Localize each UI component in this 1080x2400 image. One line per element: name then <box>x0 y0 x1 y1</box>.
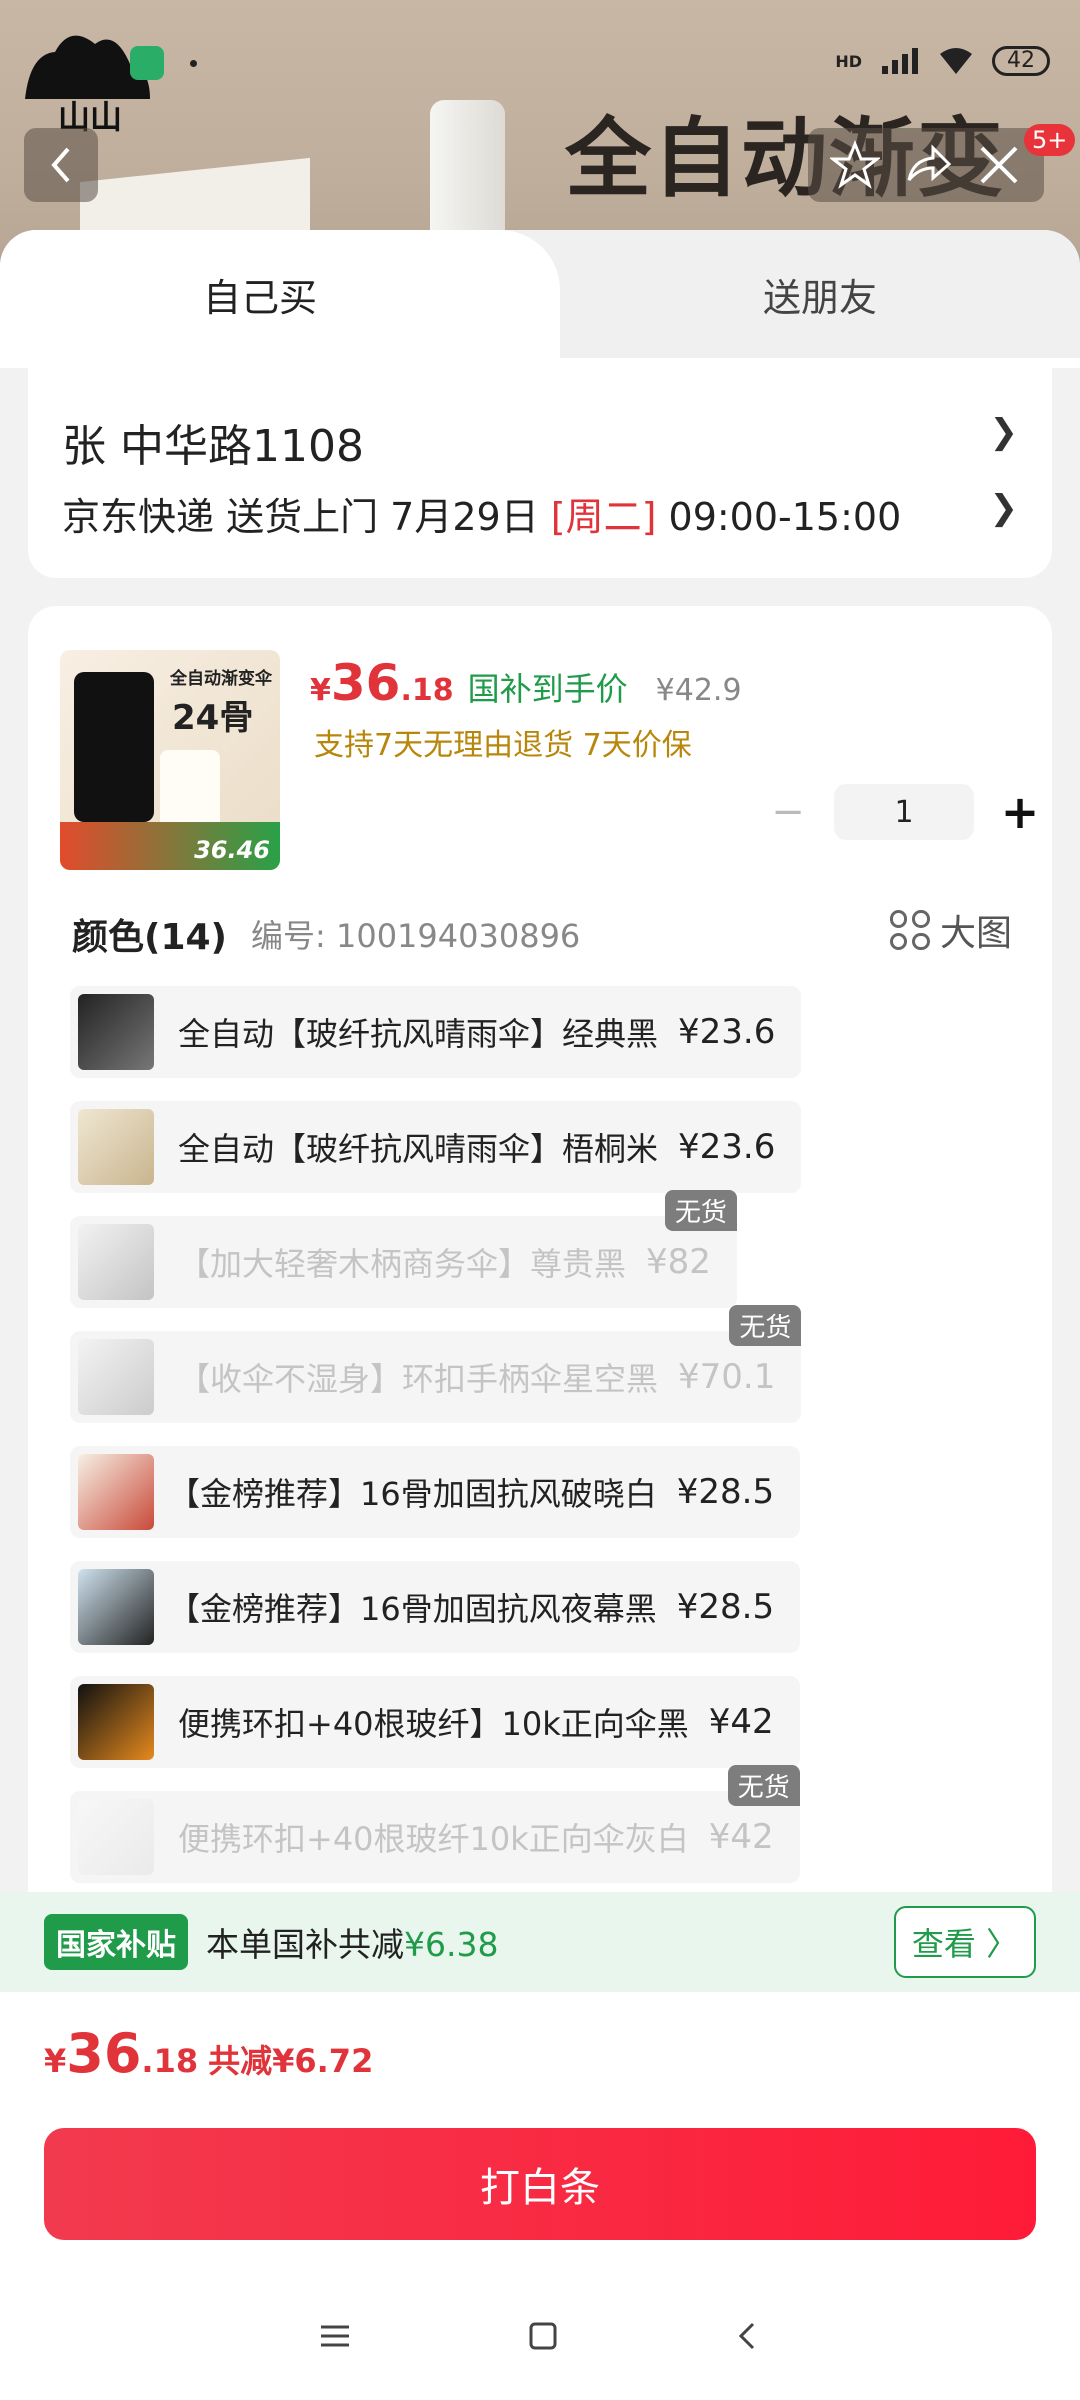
color-spec-title: 颜色(14) <box>72 917 228 958</box>
current-price: ¥36.18 <box>310 654 454 712</box>
spec-option[interactable]: 全自动【玻纤抗风晴雨伞】经典黑 ¥23.6 <box>70 986 802 1078</box>
sku-number: 编号: 100194030896 <box>251 917 581 955</box>
battery-indicator: 42 <box>992 46 1050 76</box>
out-of-stock-badge: 无货 <box>729 1305 802 1346</box>
chevron-left-icon <box>51 147 70 183</box>
grid-icon <box>889 910 930 950</box>
pay-baitiao-button[interactable]: 打白条 <box>44 2128 1036 2240</box>
option-label: 全自动【玻纤抗风晴雨伞】梧桐米 <box>178 1130 659 1168</box>
big-image-label: 大图 <box>939 913 1012 954</box>
chevron-right-icon: ❯ <box>989 488 1019 528</box>
wifi-icon <box>940 48 972 74</box>
option-image <box>78 1684 154 1760</box>
option-label: 全自动【玻纤抗风晴雨伞】经典黑 <box>178 1015 659 1053</box>
subsidy-amount: ¥6.38 <box>404 1925 499 1964</box>
option-price: ¥82 <box>646 1242 711 1282</box>
notification-dot <box>190 60 197 67</box>
back-button[interactable] <box>24 128 98 202</box>
total-savings: 共减¥6.72 <box>208 2042 374 2080</box>
out-of-stock-badge: 无货 <box>727 1765 800 1806</box>
return-guarantee: 支持7天无理由退货 7天价保 <box>314 728 692 763</box>
out-of-stock-badge: 无货 <box>664 1190 737 1231</box>
home-icon[interactable] <box>526 2319 560 2353</box>
option-image <box>78 1109 154 1185</box>
option-price: ¥28.5 <box>676 1587 775 1627</box>
quantity-stepper: − 1 + <box>768 784 1040 840</box>
star-icon[interactable] <box>829 140 880 190</box>
tab-buy-self[interactable]: 自己买 <box>0 230 560 358</box>
option-price: ¥70.1 <box>678 1357 776 1397</box>
option-price: ¥28.5 <box>676 1472 775 1512</box>
option-price: ¥23.6 <box>678 1127 776 1167</box>
option-price: ¥23.6 <box>678 1012 776 1052</box>
option-label: 【收伞不湿身】环扣手柄伞星空黑 <box>178 1360 659 1398</box>
quantity-input[interactable]: 1 <box>834 784 974 840</box>
tab-send-friend[interactable]: 送朋友 <box>560 230 1080 358</box>
back-icon[interactable] <box>733 2319 763 2353</box>
spec-option[interactable]: 【加大轻奢木柄商务伞】尊贵黑 ¥82 无货 <box>70 1190 737 1308</box>
option-label: 【金榜推荐】16骨加固抗风破晓白 <box>168 1475 657 1513</box>
message-count-badge: 5+ <box>1024 124 1076 156</box>
decrease-button[interactable]: − <box>768 789 808 835</box>
chevron-right-icon: ❯ <box>989 412 1019 452</box>
spec-option[interactable]: 全自动【玻纤抗风晴雨伞】梧桐米 ¥23.6 <box>70 1101 802 1193</box>
option-label: 便携环扣+40根玻纤10k正向伞灰白 <box>178 1820 689 1858</box>
total-price: ¥36.18 共减¥6.72 <box>44 2022 374 2085</box>
price-row: ¥36.18 国补到手价 ¥42.9 <box>310 654 742 712</box>
product-thumbnail[interactable]: 全自动渐变伞 24骨 36.46 <box>60 650 280 870</box>
big-image-toggle[interactable]: 大图 <box>889 904 1012 956</box>
option-image <box>78 994 154 1070</box>
spec-option[interactable]: 【收伞不湿身】环扣手柄伞星空黑 ¥70.1 无货 <box>70 1305 802 1423</box>
subsidy-price-tag: 国补到手价 <box>467 670 628 708</box>
system-nav-bar <box>0 2286 1080 2386</box>
option-label: 【加大轻奢木柄商务伞】尊贵黑 <box>178 1245 627 1283</box>
status-bar: HD 42 <box>835 46 1050 76</box>
share-icon[interactable] <box>903 140 953 190</box>
option-image <box>78 1454 154 1530</box>
thumb-price: 36.46 <box>194 836 270 864</box>
tab-underlay <box>0 358 1080 368</box>
option-image <box>78 1569 154 1645</box>
product-card: 全自动渐变伞 24骨 36.46 ¥36.18 国补到手价 ¥42.9 支持7天… <box>28 606 1052 2066</box>
option-price: ¥42 <box>708 1817 774 1857</box>
thumb-sub: 24骨 <box>172 698 254 738</box>
umbrella-image <box>74 672 154 822</box>
purchase-tabs: 送朋友 自己买 <box>0 230 1080 358</box>
delivery-day: [周二] <box>550 495 657 539</box>
option-label: 【金榜推荐】16骨加固抗风夜幕黑 <box>168 1590 657 1628</box>
spec-header: 颜色(14) 编号: 100194030896 大图 <box>72 908 1012 960</box>
close-icon[interactable] <box>976 142 1022 188</box>
address-name: 张 中华路1108 <box>62 421 364 472</box>
delivery-info[interactable]: 京东快递 送货上门 7月29日 [周二] 09:00-15:00 <box>62 486 901 541</box>
option-image <box>78 1799 154 1875</box>
address-card[interactable]: 张 中华路1108 ❯ 京东快递 送货上门 7月29日 [周二] 09:00-1… <box>28 368 1052 578</box>
wechat-icon <box>130 46 164 80</box>
increase-button[interactable]: + <box>1000 785 1040 839</box>
original-price: ¥42.9 <box>655 673 742 708</box>
subsidy-text: 本单国补共减¥6.38 <box>206 1925 499 1964</box>
option-price: ¥42 <box>708 1702 774 1742</box>
option-label: 便携环扣+40根玻纤】10k正向伞黑 <box>178 1705 689 1743</box>
signal-icon <box>882 48 918 74</box>
subsidy-view-button[interactable]: 查看 〉 <box>894 1906 1036 1978</box>
spec-option[interactable]: 【金榜推荐】16骨加固抗风夜幕黑 ¥28.5 <box>70 1561 801 1653</box>
national-subsidy-bar: 国家补贴 本单国补共减¥6.38 查看 〉 <box>0 1892 1080 1992</box>
delivery-time: 09:00-15:00 <box>656 495 902 539</box>
spec-option[interactable]: 便携环扣+40根玻纤】10k正向伞黑 ¥42 <box>70 1676 800 1768</box>
menu-icon[interactable] <box>317 2321 353 2351</box>
option-image <box>78 1339 154 1415</box>
total-bar: ¥36.18 共减¥6.72 <box>0 1992 1080 2112</box>
spec-option[interactable]: 便携环扣+40根玻纤10k正向伞灰白 ¥42 无货 <box>70 1765 800 1883</box>
spec-option[interactable]: 【金榜推荐】16骨加固抗风破晓白 ¥28.5 <box>70 1446 801 1538</box>
network-label: HD <box>835 51 862 71</box>
subsidy-badge: 国家补贴 <box>44 1914 188 1970</box>
top-action-group <box>808 128 1044 202</box>
option-image <box>78 1224 154 1300</box>
thumb-title: 全自动渐变伞 <box>170 669 272 689</box>
delivery-prefix: 京东快递 送货上门 7月29日 <box>62 495 551 539</box>
